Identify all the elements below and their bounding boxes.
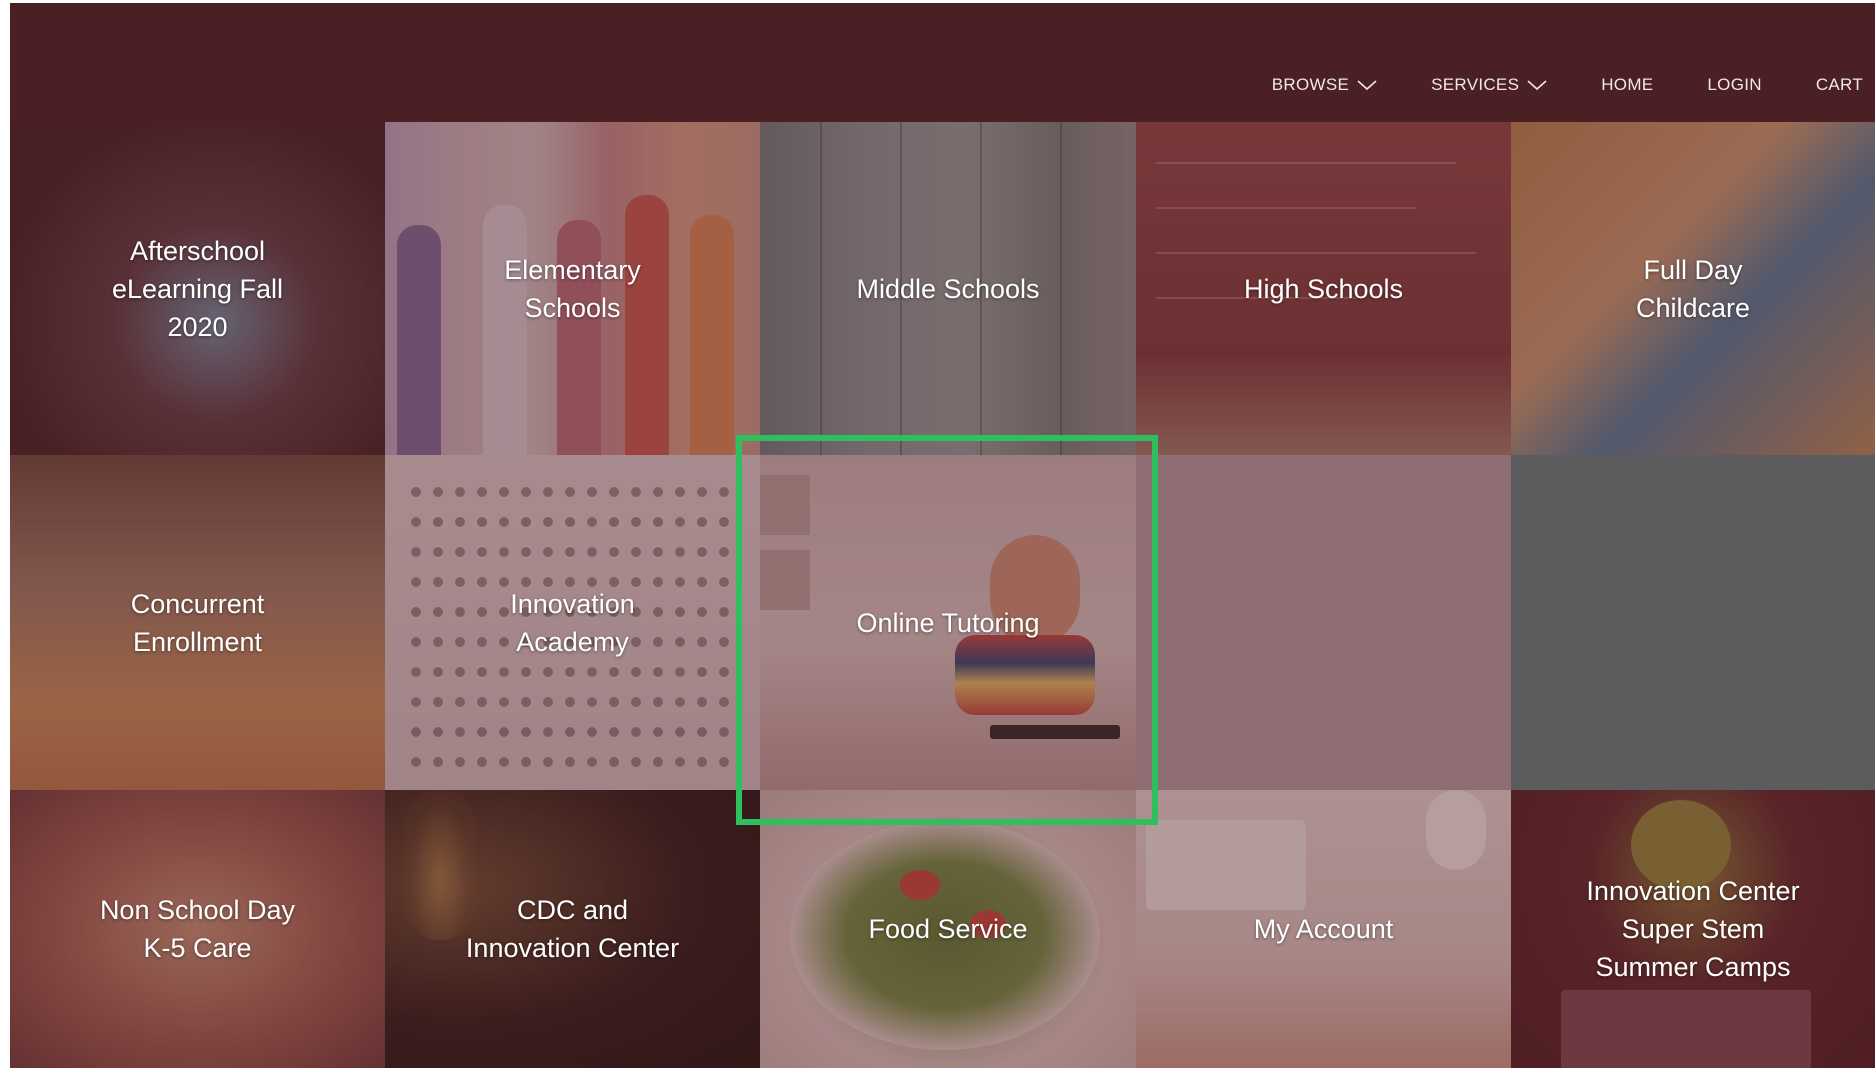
tile-label: Online Tutoring <box>856 607 1040 638</box>
tile-concurrent-enrollment[interactable]: Concurrent Enrollment <box>10 455 385 790</box>
nav-home[interactable]: HOME <box>1601 75 1653 95</box>
nav-services[interactable]: SERVICES <box>1431 75 1547 95</box>
tile-full-day-childcare[interactable]: Full Day Childcare <box>1511 122 1875 455</box>
nav-services-label: SERVICES <box>1431 75 1520 94</box>
page: BROWSE SERVICES HOME LOGIN CART Aftersch… <box>0 0 1875 1068</box>
site-header: BROWSE SERVICES HOME LOGIN CART <box>10 3 1875 122</box>
chevron-down-icon <box>1357 79 1377 91</box>
tile-my-account[interactable]: My Account <box>1136 790 1511 1068</box>
main-nav: BROWSE SERVICES HOME LOGIN CART <box>1218 75 1863 95</box>
tile-high-schools[interactable]: High Schools <box>1136 122 1511 455</box>
tile-label: Full Day Childcare <box>1635 254 1751 323</box>
tile-label: Food Service <box>868 914 1028 944</box>
nav-cart-label: CART <box>1815 75 1863 94</box>
tile-summer-camps[interactable]: Innovation Center Super Stem Summer Camp… <box>1511 790 1875 1068</box>
tile-label: Afterschool eLearning Fall 2020 <box>111 235 284 342</box>
tile-label: Concurrent Enrollment <box>130 588 265 657</box>
tile-label: My Account <box>1253 914 1394 944</box>
tile-food-service[interactable]: Food Service <box>760 790 1136 1068</box>
tile-online-tutoring[interactable]: Online Tutoring <box>760 455 1136 790</box>
tile-cdc-innovation-center[interactable]: CDC and Innovation Center <box>385 790 760 1068</box>
tile-empty <box>1136 455 1511 790</box>
tile-label: High Schools <box>1243 273 1404 304</box>
tile-label: Middle Schools <box>856 273 1040 304</box>
tile-label: Innovation Academy <box>510 588 635 657</box>
tile-innovation-academy[interactable]: Innovation Academy <box>385 455 760 790</box>
nav-login[interactable]: LOGIN <box>1707 75 1761 95</box>
nav-browse-label: BROWSE <box>1271 75 1350 94</box>
nav-browse[interactable]: BROWSE <box>1272 75 1377 95</box>
tile-empty <box>1511 455 1875 790</box>
category-grid: Afterschool eLearning Fall 2020 Elementa… <box>10 122 1875 1068</box>
nav-cart[interactable]: CART <box>1816 75 1863 95</box>
tile-non-school-day[interactable]: Non School Day K-5 Care <box>10 790 385 1068</box>
chevron-down-icon <box>1527 79 1547 91</box>
tile-label: Elementary Schools <box>504 254 641 323</box>
tile-label: CDC and Innovation Center <box>465 895 680 963</box>
tile-label: Non School Day K-5 Care <box>99 895 296 963</box>
tile-label: Innovation Center Super Stem Summer Camp… <box>1586 876 1800 982</box>
tile-elementary-schools[interactable]: Elementary Schools <box>385 122 760 455</box>
nav-login-label: LOGIN <box>1707 75 1762 94</box>
nav-home-label: HOME <box>1601 75 1654 94</box>
tile-middle-schools[interactable]: Middle Schools <box>760 122 1136 455</box>
tile-afterschool-elearning[interactable]: Afterschool eLearning Fall 2020 <box>10 122 385 455</box>
